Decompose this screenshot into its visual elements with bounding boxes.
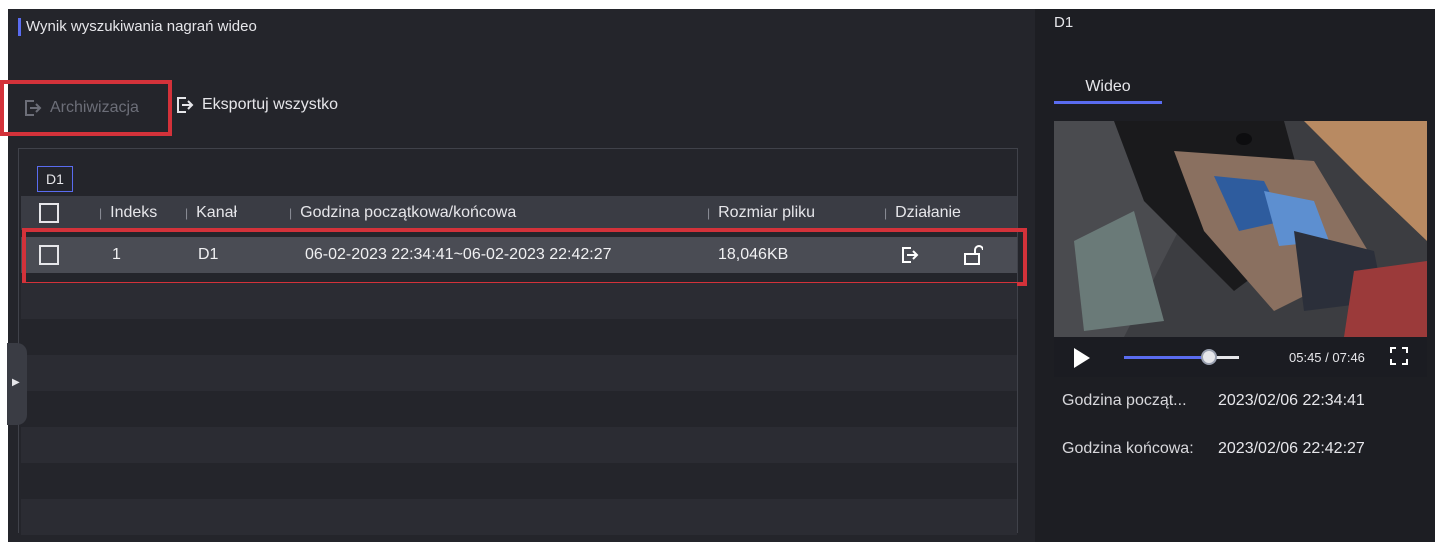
table-row <box>21 499 1017 535</box>
table-row <box>21 463 1017 499</box>
end-time-label: Godzina końcowa: <box>1062 440 1194 457</box>
player-controls: 05:45 / 07:46 <box>1054 337 1427 377</box>
progress-knob[interactable] <box>1201 349 1218 365</box>
time-display: 05:45 / 07:46 <box>1289 350 1365 365</box>
tab-d1[interactable]: D1 <box>37 166 73 192</box>
end-time-value: 2023/02/06 22:42:27 <box>1218 440 1365 457</box>
tab-video[interactable]: Wideo <box>1054 78 1162 104</box>
table-row[interactable]: 1 D1 06-02-2023 22:34:41~06-02-2023 22:4… <box>21 237 1017 273</box>
page-title: Wynik wyszukiwania nagrań wideo <box>18 18 257 36</box>
col-size[interactable]: | Rozmiar pliku <box>707 204 815 222</box>
expand-handle-icon: ▶ <box>12 377 20 388</box>
table-row <box>21 391 1017 427</box>
play-icon[interactable] <box>1074 348 1090 368</box>
fullscreen-icon[interactable] <box>1390 347 1408 365</box>
table-row <box>21 283 1017 319</box>
table-row <box>21 319 1017 355</box>
end-time-row: Godzina końcowa: 2023/02/06 22:42:27 <box>1062 440 1365 458</box>
col-index[interactable]: | Indeks <box>99 204 157 222</box>
expand-handle[interactable]: ▶ <box>7 343 27 425</box>
export-icon <box>177 97 194 113</box>
col-action[interactable]: | Działanie <box>884 204 961 222</box>
progress-fill <box>1124 356 1210 359</box>
export-all-button[interactable]: Eksportuj wszystko <box>176 96 338 114</box>
table-row <box>21 355 1017 391</box>
row-channel: D1 <box>198 246 219 263</box>
video-frame <box>1054 121 1427 337</box>
export-icon[interactable] <box>901 246 919 264</box>
col-time[interactable]: | Godzina początkowa/końcowa <box>289 204 516 222</box>
archive-button[interactable]: Archiwizacja <box>0 80 172 136</box>
start-time-label: Godzina począt... <box>1062 392 1187 409</box>
row-index: 1 <box>112 246 121 263</box>
start-time-value: 2023/02/06 22:34:41 <box>1218 392 1365 409</box>
table-row <box>21 427 1017 463</box>
lock-open-icon[interactable] <box>963 245 983 265</box>
preview-channel: D1 <box>1054 14 1074 31</box>
col-channel[interactable]: | Kanał <box>185 204 237 222</box>
archive-label: Archiwizacja <box>50 99 139 116</box>
row-time-range: 06-02-2023 22:34:41~06-02-2023 22:42:27 <box>305 246 612 263</box>
export-icon <box>25 100 42 116</box>
table-header: | Indeks | Kanał | Godzina początkowa/końco… <box>21 196 1017 230</box>
select-all-checkbox[interactable] <box>39 203 59 223</box>
row-checkbox[interactable] <box>39 245 59 265</box>
start-time-row: Godzina począt... 2023/02/06 22:34:41 <box>1062 392 1365 410</box>
video-preview[interactable] <box>1054 121 1427 337</box>
export-all-label: Eksportuj wszystko <box>202 96 339 113</box>
row-size: 18,046KB <box>718 246 789 263</box>
progress-slider[interactable] <box>1124 356 1239 359</box>
